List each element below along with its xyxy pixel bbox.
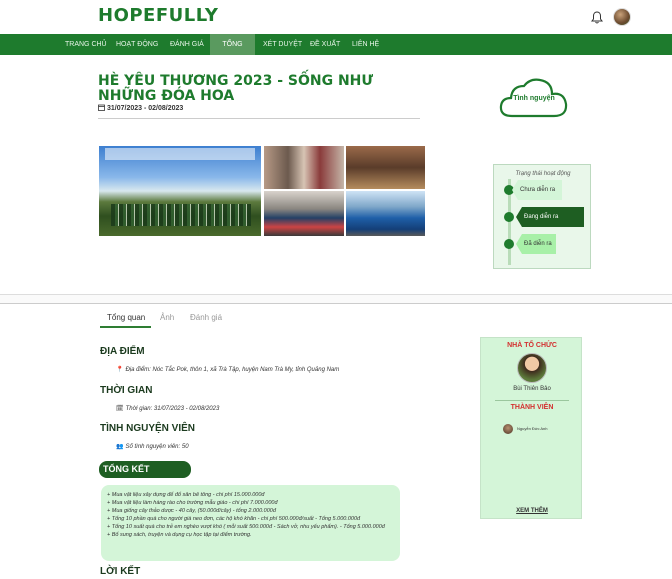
status-step-da-dien-ra: Đã diễn ra — [516, 234, 556, 254]
nav-item-trang-chu[interactable]: TRANG CHỦ — [59, 34, 113, 55]
event-title: HÈ YÊU THƯƠNG 2023 - SỐNG NHƯ NHỮNG ĐÓA … — [98, 73, 374, 104]
calendar-icon — [98, 104, 105, 111]
time-text: Thời gian: 31/07/2023 - 02/08/2023 — [125, 406, 220, 412]
organizer-avatar[interactable] — [517, 353, 547, 383]
see-more-link[interactable]: XEM THÊM — [481, 508, 583, 514]
location-info: 📍 Địa điểm: Nóc Tắc Pok, thôn 1, xã Trà T… — [116, 366, 339, 373]
summary-line: + Mua giống cây thảo dược - 40 cây, (50.… — [107, 508, 276, 514]
event-date-text: 31/07/2023 - 02/08/2023 — [107, 105, 184, 112]
volunteer-text: Số tình nguyện viên: 50 — [125, 444, 189, 450]
activity-status-card: Trạng thái hoạt động Chưa diễn ra Đang d… — [493, 164, 591, 269]
summary-line: + Mua vật liệu xây dựng để đổ sân bê tôn… — [107, 492, 265, 498]
organizer-name[interactable]: Bùi Thiên Bảo — [481, 386, 583, 392]
nav-item-hoat-dong[interactable]: HOẠT ĐỘNG — [110, 34, 164, 55]
summary-line: + Bổ sung sách, truyện và dụng cụ học tậ… — [107, 532, 252, 538]
summary-box: + Mua vật liệu xây dựng để đổ sân bê tôn… — [101, 485, 400, 561]
gallery-photo-5[interactable] — [346, 191, 425, 236]
group-crowd — [111, 204, 251, 226]
volunteer-info: 👥 Số tình nguyện viên: 50 — [116, 443, 189, 450]
gallery-photo-2[interactable] — [264, 146, 344, 189]
status-step-chua-dien-ra: Chưa diễn ra — [512, 180, 562, 200]
category-label: Tình nguyện — [513, 95, 555, 102]
nav-item-danh-gia[interactable]: ĐÁNH GIÁ — [164, 34, 210, 55]
tab-anh[interactable]: Ảnh — [160, 313, 174, 322]
bell-icon[interactable] — [591, 11, 603, 24]
user-avatar[interactable] — [613, 8, 631, 26]
tab-active-indicator — [100, 326, 151, 328]
status-title: Trạng thái hoạt động — [515, 171, 571, 177]
status-step-dang-dien-ra: Đang diễn ra — [516, 207, 584, 227]
header: HOPEFULLY — [0, 0, 672, 34]
volunteer-heading: TÌNH NGUYỆN VIÊN — [100, 423, 196, 434]
map-pin-icon: 📍 — [116, 367, 124, 373]
member-item[interactable]: Nguyễn Đức Anh — [503, 424, 547, 434]
organizer-card: NHÀ TỔ CHỨC Bùi Thiên Bảo THÀNH VIÊN Ngu… — [480, 337, 582, 519]
status-dot-2 — [504, 212, 514, 222]
organizer-divider — [495, 400, 569, 401]
closing-heading: LỜI KẾT — [100, 566, 141, 577]
tab-danh-gia[interactable]: Đánh giá — [190, 313, 222, 322]
brand-logo[interactable]: HOPEFULLY — [98, 5, 218, 26]
nav-item-de-xuat[interactable]: ĐỀ XUẤT — [304, 34, 346, 55]
summary-line: + Mua vật liệu làm hàng rào cho trường m… — [107, 500, 278, 506]
gallery-photo-4[interactable] — [264, 191, 344, 236]
summary-heading: TỔNG KẾT — [99, 461, 191, 478]
tab-tong-quan[interactable]: Tổng quan — [107, 313, 145, 322]
people-icon: 👥 — [116, 444, 124, 450]
members-heading: THÀNH VIÊN — [510, 404, 554, 411]
main-nav: TRANG CHỦ HOẠT ĐỘNG ĐÁNH GIÁ TỔNG KẾT XÉ… — [0, 34, 672, 69]
section-divider — [0, 294, 672, 304]
time-heading: THỜI GIAN — [100, 385, 153, 396]
time-info: 🗓 Thời gian: 31/07/2023 - 02/08/2023 — [116, 405, 219, 412]
title-divider — [98, 118, 420, 119]
organizer-heading: NHÀ TỔ CHỨC — [507, 342, 557, 349]
nav-item-tong-ket[interactable]: TỔNG KẾT — [210, 34, 255, 69]
nav-item-xet-duyet[interactable]: XÉT DUYỆT — [257, 34, 308, 55]
location-text: Địa điểm: Nóc Tắc Pok, thôn 1, xã Trà Tậ… — [125, 367, 340, 373]
location-heading: ĐỊA ĐIỂM — [100, 346, 145, 357]
gallery-photo-main[interactable] — [99, 146, 261, 236]
member-avatar — [503, 424, 513, 434]
nav-item-lien-he[interactable]: LIÊN HỆ — [346, 34, 385, 55]
status-dot-3 — [504, 239, 514, 249]
member-name: Nguyễn Đức Anh — [517, 426, 548, 432]
summary-line: + Tổng 10 phần quà cho người già neo đơn… — [107, 516, 361, 522]
gallery-photo-3[interactable] — [346, 146, 425, 189]
summary-line: + Tổng 10 suất quà cho trẻ em nghèo vượt… — [107, 524, 385, 530]
calendar-icon: 🗓 — [116, 406, 124, 412]
event-date: 31/07/2023 - 02/08/2023 — [98, 104, 183, 112]
photo-banner — [105, 148, 255, 160]
